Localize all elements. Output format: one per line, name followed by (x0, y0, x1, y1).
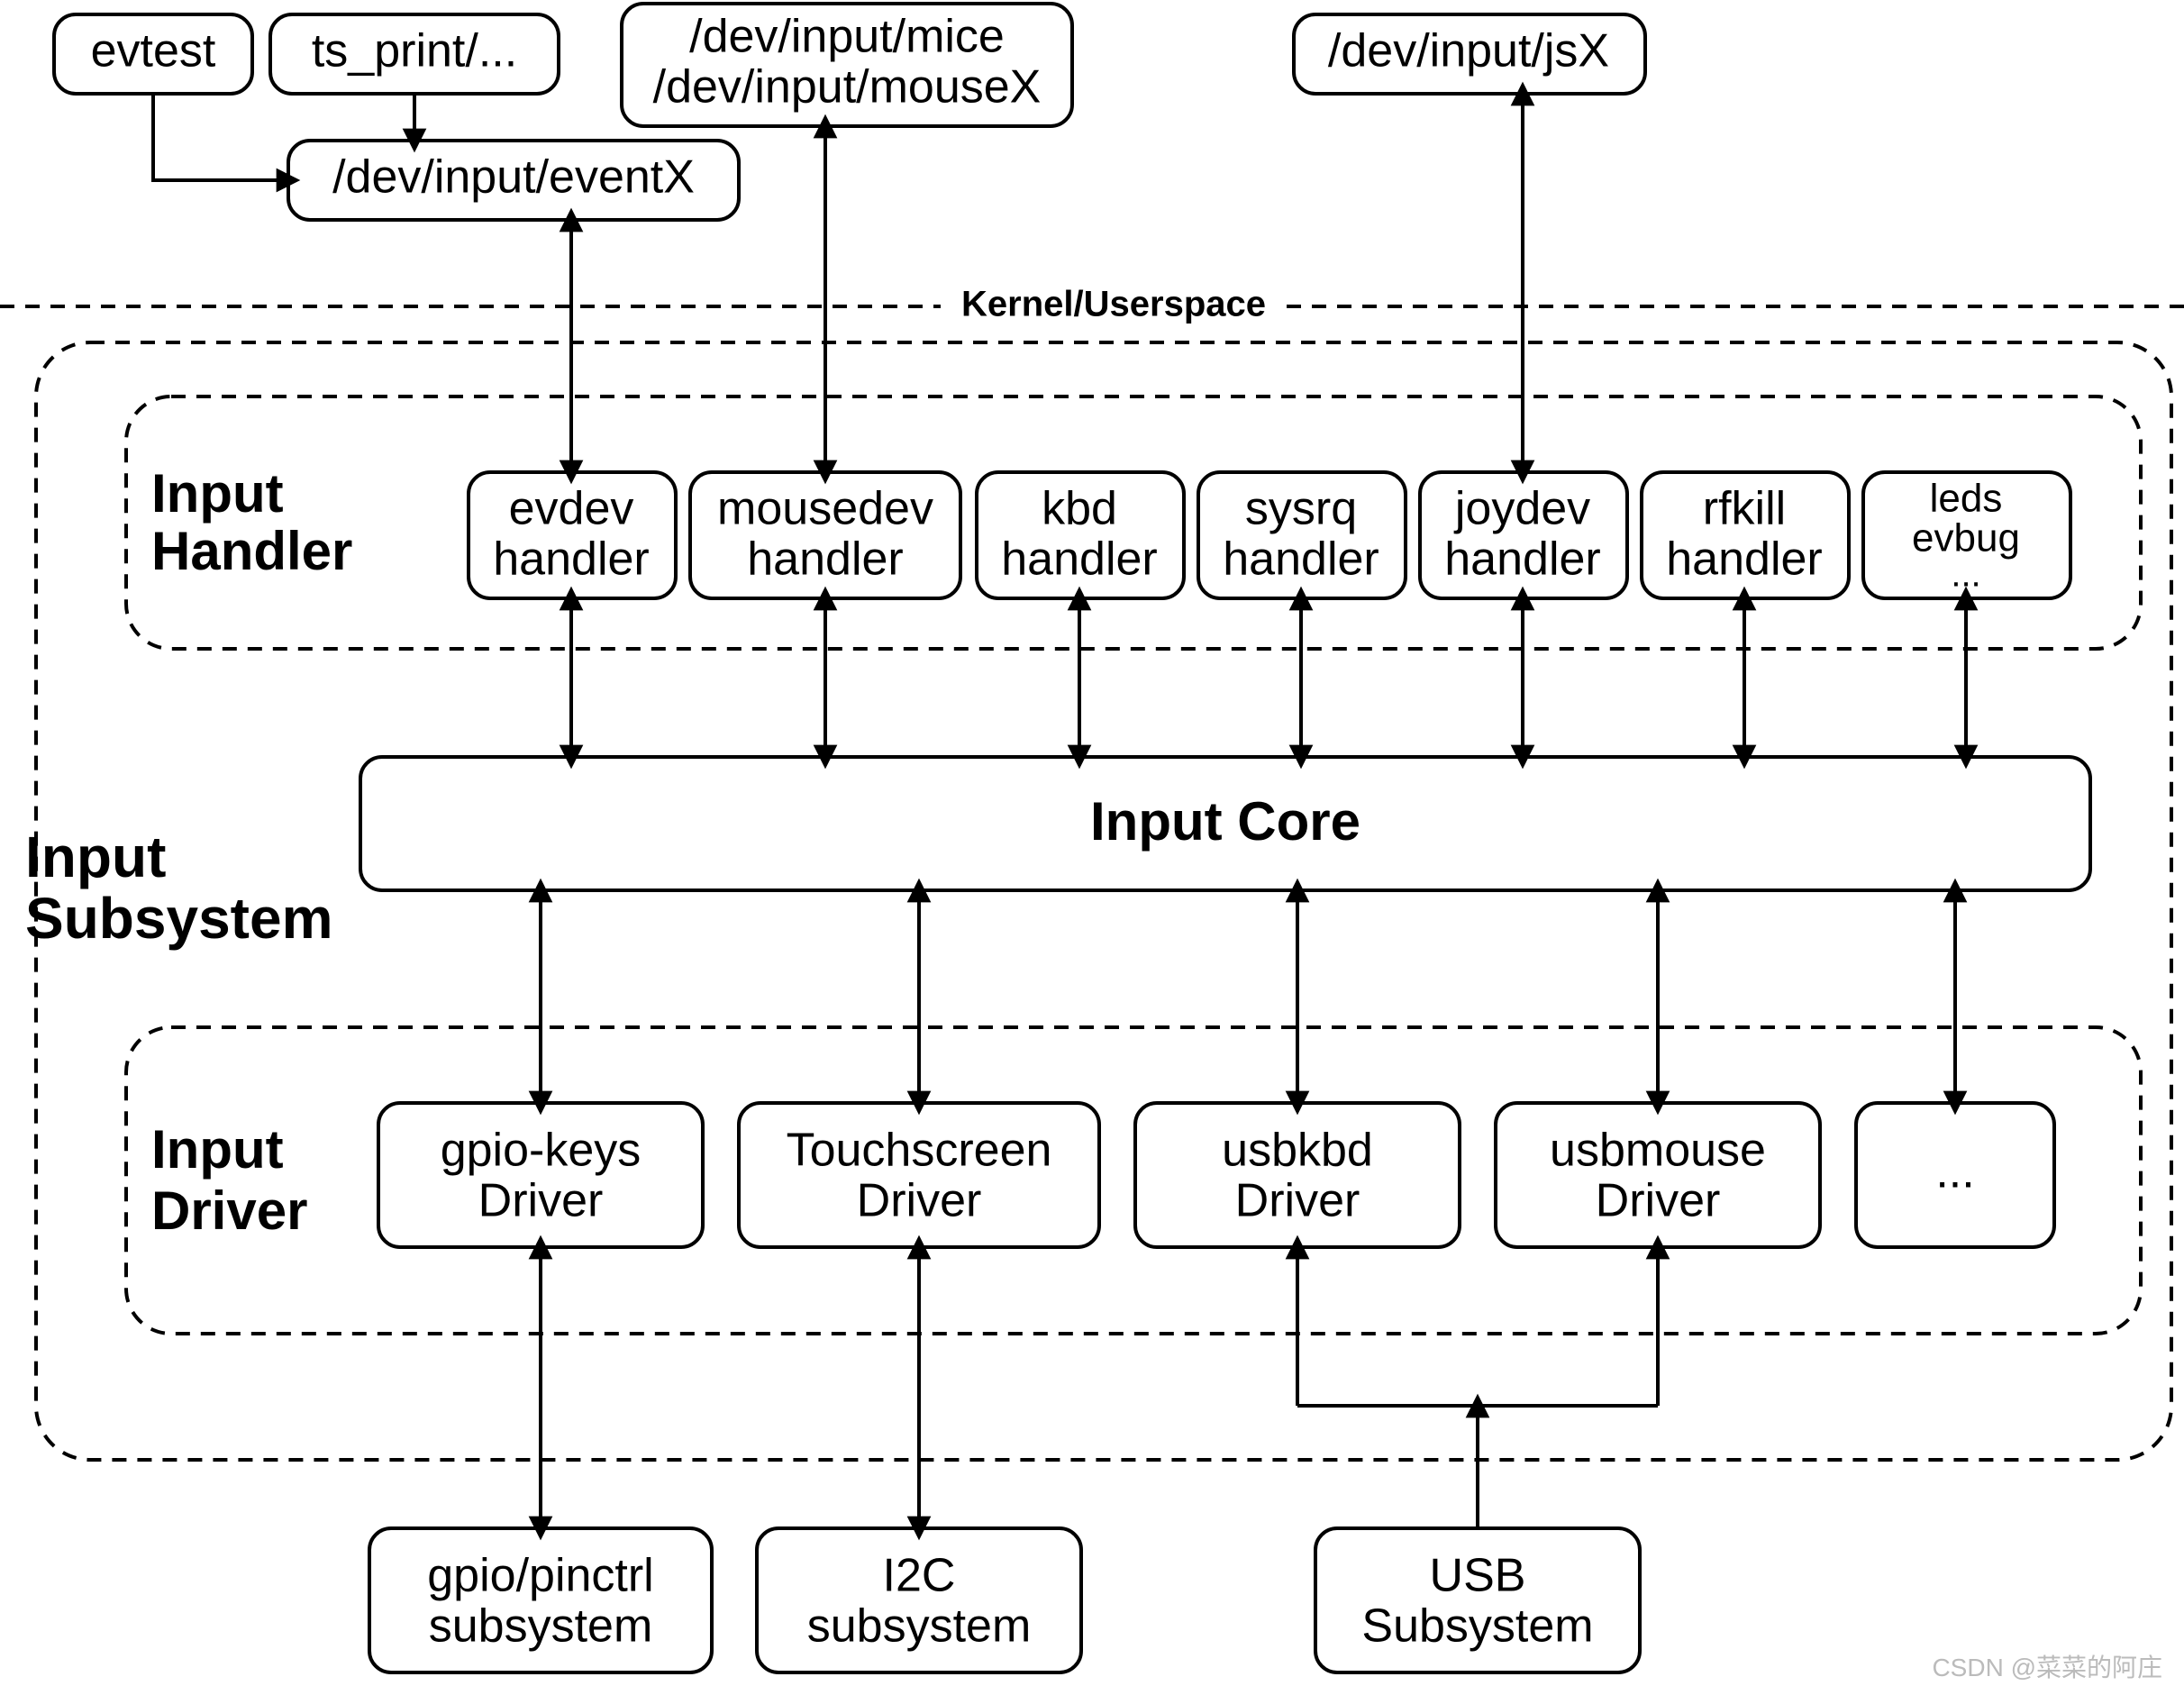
text-joy2: handler (1444, 533, 1600, 586)
text-driver-more: ... (1935, 1146, 1974, 1198)
watermark: CSDN @菜菜的阿庄 (1932, 1654, 2162, 1681)
label-driver-2: Driver (151, 1180, 307, 1241)
label-handler-2: Handler (151, 521, 352, 581)
text-leds3: ... (1951, 555, 1980, 595)
text-i2c1: I2C (883, 1550, 956, 1602)
text-usbm1: usbmouse (1550, 1125, 1766, 1177)
text-jsx: /dev/input/jsX (1328, 25, 1609, 77)
text-tsprint: ts_print/... (312, 25, 517, 77)
text-leds2: evbug (1912, 516, 2020, 560)
text-leds1: leds (1930, 477, 2003, 521)
label-subsystem-2: Subsystem (25, 886, 332, 951)
text-sysrq1: sysrq (1245, 483, 1357, 535)
text-evdev2: handler (493, 533, 649, 586)
text-usbm2: Driver (1596, 1175, 1721, 1227)
text-input-core: Input Core (1090, 791, 1360, 852)
text-ts2: Driver (857, 1175, 982, 1227)
label-subsystem-1: Input (25, 825, 166, 889)
text-usbkbd2: Driver (1235, 1175, 1360, 1227)
text-gpio1: gpio-keys (441, 1125, 642, 1177)
text-gpio2: Driver (478, 1175, 604, 1227)
linux-input-subsystem-diagram: evtest ts_print/... /dev/input/eventX /d… (0, 0, 2184, 1694)
text-usb2: Subsystem (1361, 1600, 1593, 1653)
label-handler-1: Input (151, 463, 284, 524)
text-mice1: /dev/input/mice (689, 11, 1005, 63)
text-kbd2: handler (1001, 533, 1157, 586)
text-mousedev1: mousedev (717, 483, 933, 535)
text-eventx: /dev/input/eventX (332, 151, 695, 204)
text-sysrq2: handler (1223, 533, 1379, 586)
divider-label: Kernel/Userspace (961, 285, 1266, 324)
text-ts1: Touchscreen (787, 1125, 1052, 1177)
text-gpio-sub2: subsystem (429, 1600, 653, 1653)
label-driver-1: Input (151, 1119, 284, 1180)
text-evdev1: evdev (509, 483, 634, 535)
text-i2c2: subsystem (807, 1600, 1032, 1653)
arrow-evtest-eventx (153, 94, 288, 180)
text-rfkill2: handler (1666, 533, 1822, 586)
text-kbd1: kbd (1042, 483, 1117, 535)
text-gpio-sub1: gpio/pinctrl (427, 1550, 653, 1602)
text-mice2: /dev/input/mouseX (653, 61, 1042, 114)
text-joy1: joydev (1453, 483, 1590, 535)
text-mousedev2: handler (747, 533, 903, 586)
text-rfkill1: rfkill (1703, 483, 1786, 535)
text-usb1: USB (1430, 1550, 1526, 1602)
text-usbkbd1: usbkbd (1222, 1125, 1373, 1177)
text-evtest: evtest (91, 25, 216, 77)
